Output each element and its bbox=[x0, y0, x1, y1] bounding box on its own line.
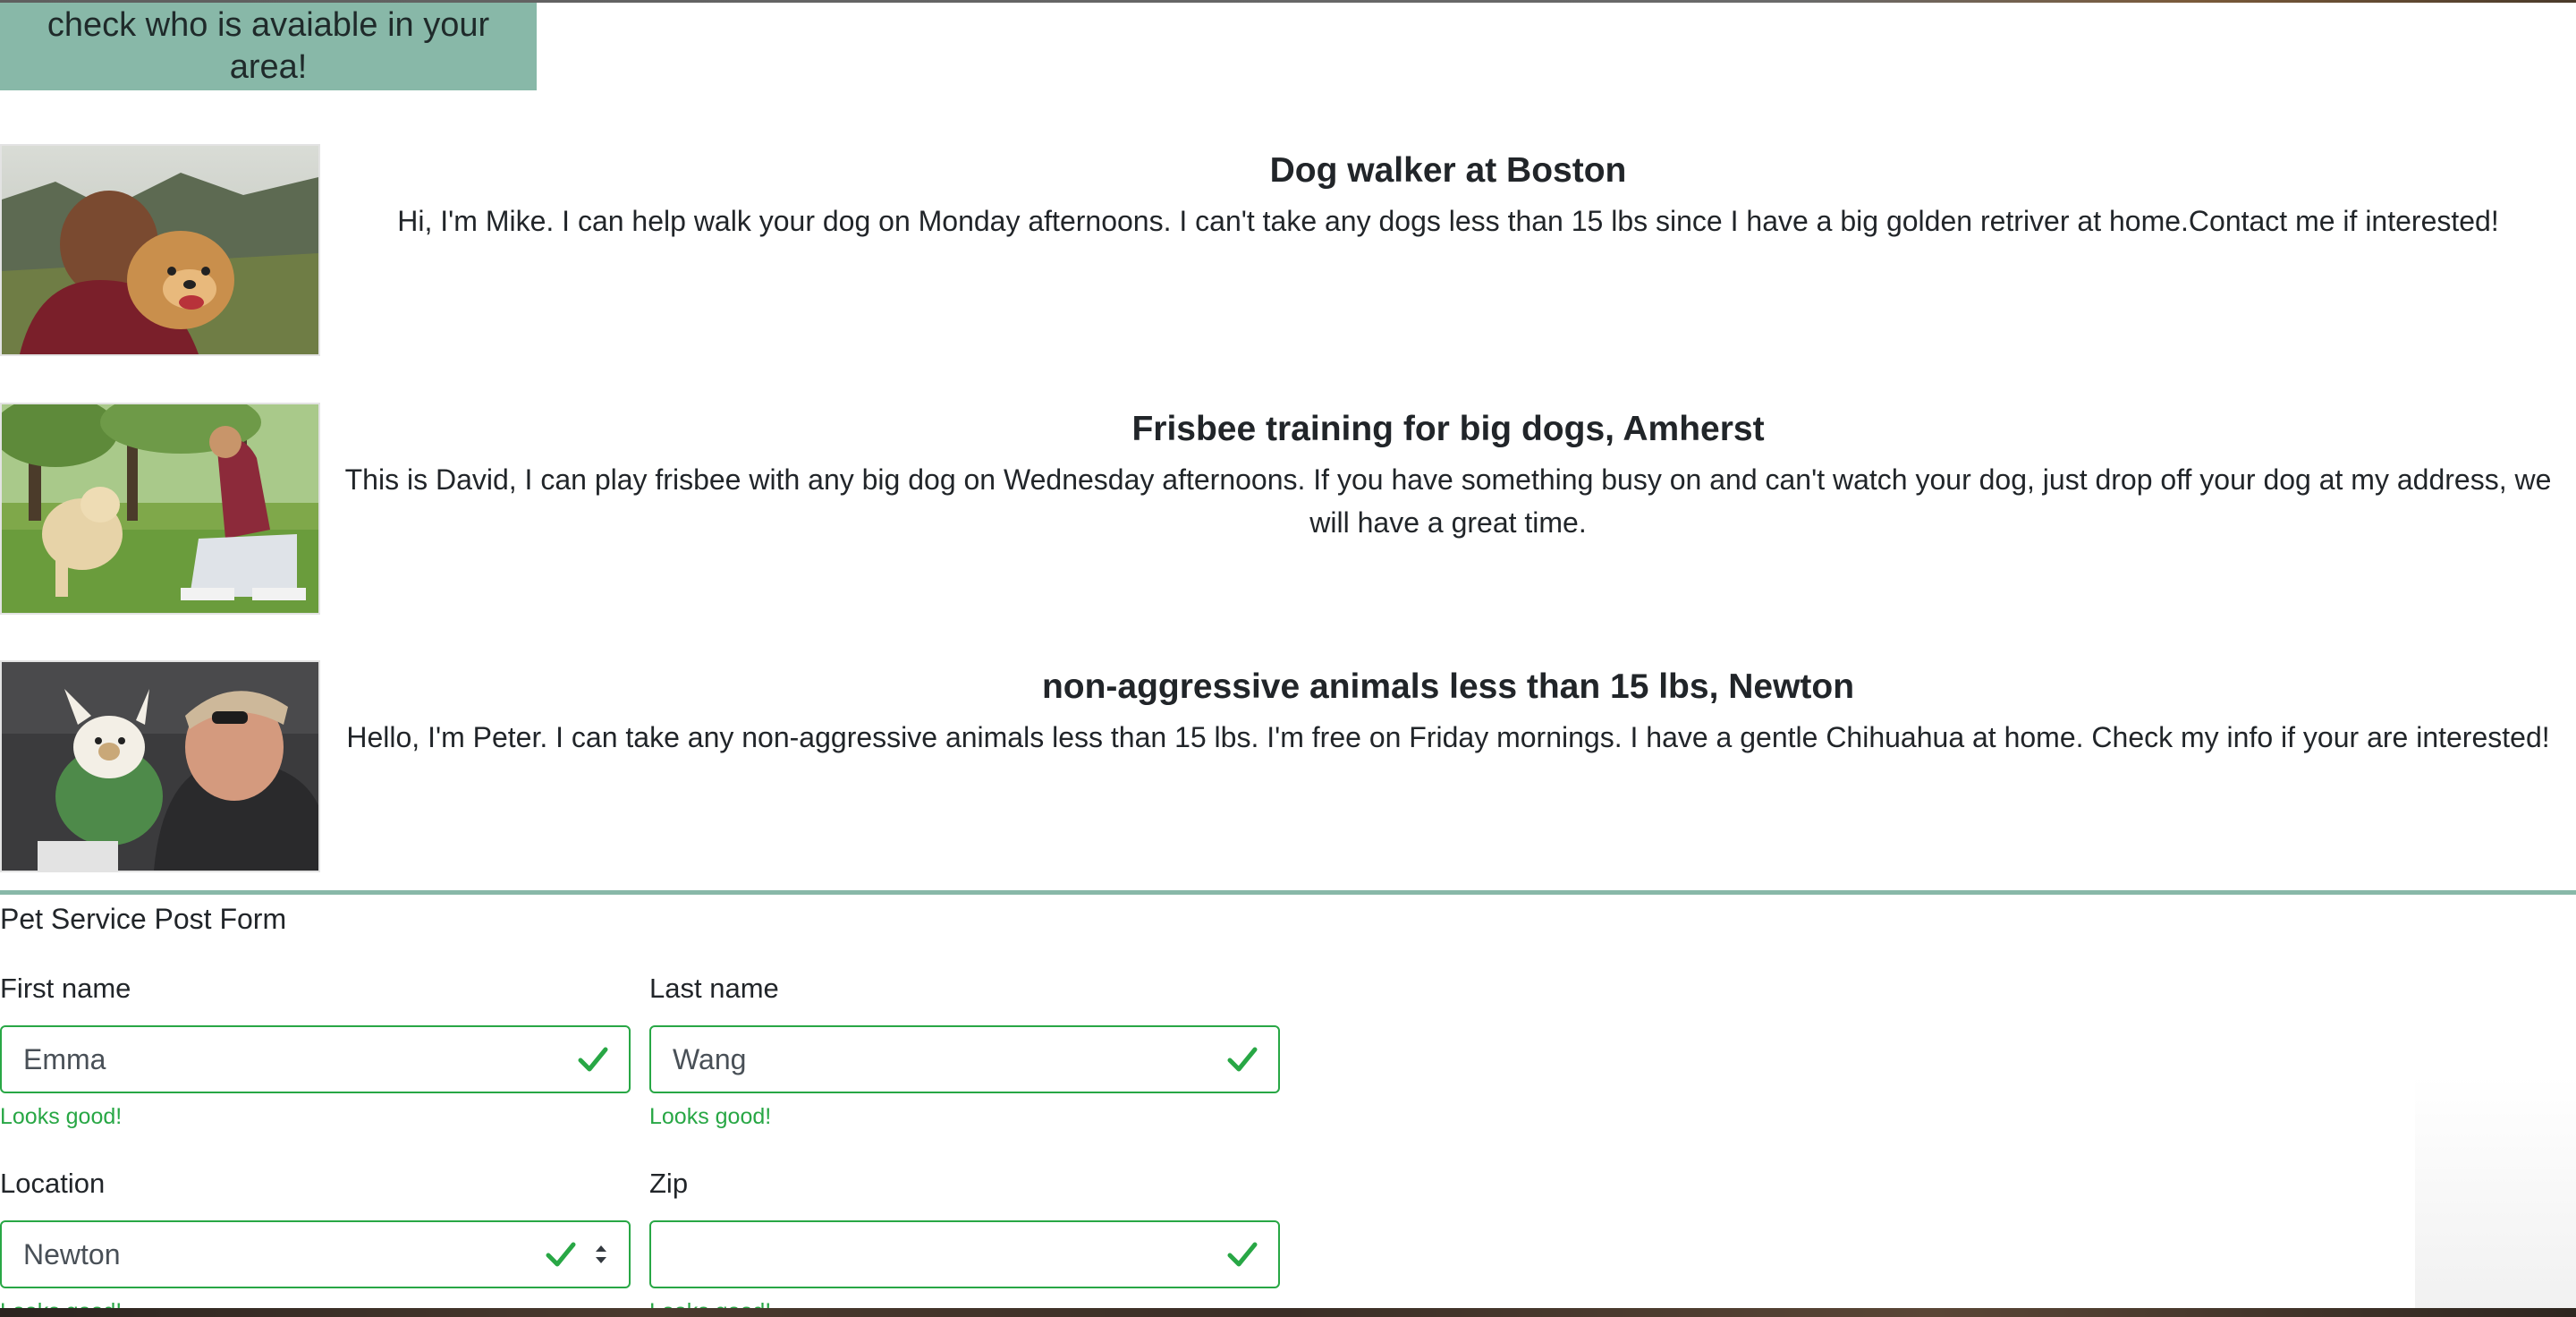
zip-feedback: Looks good! bbox=[649, 1297, 771, 1308]
corner-shade bbox=[2415, 1075, 2576, 1308]
valid-check-icon bbox=[546, 1242, 576, 1267]
location-label: Location bbox=[0, 1168, 106, 1199]
zip-label: Zip bbox=[649, 1168, 689, 1199]
section-divider bbox=[0, 890, 2576, 895]
service-title: Frisbee training for big dogs, Amherst bbox=[1131, 410, 1765, 448]
banner-text: check who is avaiable in your area! bbox=[47, 6, 490, 86]
service-text: non-aggressive animals less than 15 lbs,… bbox=[324, 660, 2572, 759]
service-card: Dog walker at Boston Hi, I'm Mike. I can… bbox=[0, 144, 2576, 359]
service-title: non-aggressive animals less than 15 lbs,… bbox=[1041, 667, 1855, 706]
last-name-label: Last name bbox=[649, 973, 779, 1004]
valid-check-icon bbox=[578, 1047, 608, 1072]
man-training-dog-image bbox=[2, 404, 318, 613]
last-name-field[interactable] bbox=[649, 1025, 1280, 1093]
zip-input[interactable] bbox=[673, 1222, 1191, 1287]
service-description: This is David, I can play frisbee with a… bbox=[344, 463, 2552, 539]
location-select[interactable]: Newton bbox=[0, 1220, 631, 1288]
service-card: non-aggressive animals less than 15 lbs,… bbox=[0, 660, 2576, 875]
page: check who is avaiable in your area! Dog … bbox=[0, 0, 2576, 1308]
last-name-feedback: Looks good! bbox=[649, 1104, 772, 1129]
service-photo-david bbox=[0, 403, 320, 615]
service-text: Frisbee training for big dogs, Amherst T… bbox=[324, 403, 2572, 544]
availability-banner: check who is avaiable in your area! bbox=[0, 3, 537, 90]
form-title: Pet Service Post Form bbox=[0, 903, 287, 935]
last-name-input[interactable] bbox=[673, 1027, 1191, 1092]
first-name-feedback: Looks good! bbox=[0, 1104, 123, 1129]
service-text: Dog walker at Boston Hi, I'm Mike. I can… bbox=[324, 144, 2572, 242]
service-photo-peter bbox=[0, 660, 320, 872]
man-hugging-dog-image bbox=[2, 146, 318, 354]
first-name-field[interactable] bbox=[0, 1025, 631, 1093]
service-description: Hello, I'm Peter. I can take any non-agg… bbox=[346, 721, 2550, 753]
zip-field[interactable] bbox=[649, 1220, 1280, 1288]
valid-check-icon bbox=[1227, 1047, 1258, 1072]
service-description: Hi, I'm Mike. I can help walk your dog o… bbox=[397, 205, 2499, 237]
service-card: Frisbee training for big dogs, Amherst T… bbox=[0, 403, 2576, 617]
first-name-label: First name bbox=[0, 973, 131, 1004]
location-selected-value: Newton bbox=[23, 1238, 121, 1270]
window-bottom-edge bbox=[0, 1308, 2576, 1317]
man-kissing-chihuahua-image bbox=[2, 662, 318, 871]
service-title: Dog walker at Boston bbox=[1269, 151, 1627, 190]
location-feedback: Looks good! bbox=[0, 1297, 122, 1308]
valid-check-icon bbox=[1227, 1242, 1258, 1267]
select-arrows-icon bbox=[596, 1245, 606, 1263]
first-name-input[interactable] bbox=[23, 1027, 542, 1092]
service-photo-mike bbox=[0, 144, 320, 356]
